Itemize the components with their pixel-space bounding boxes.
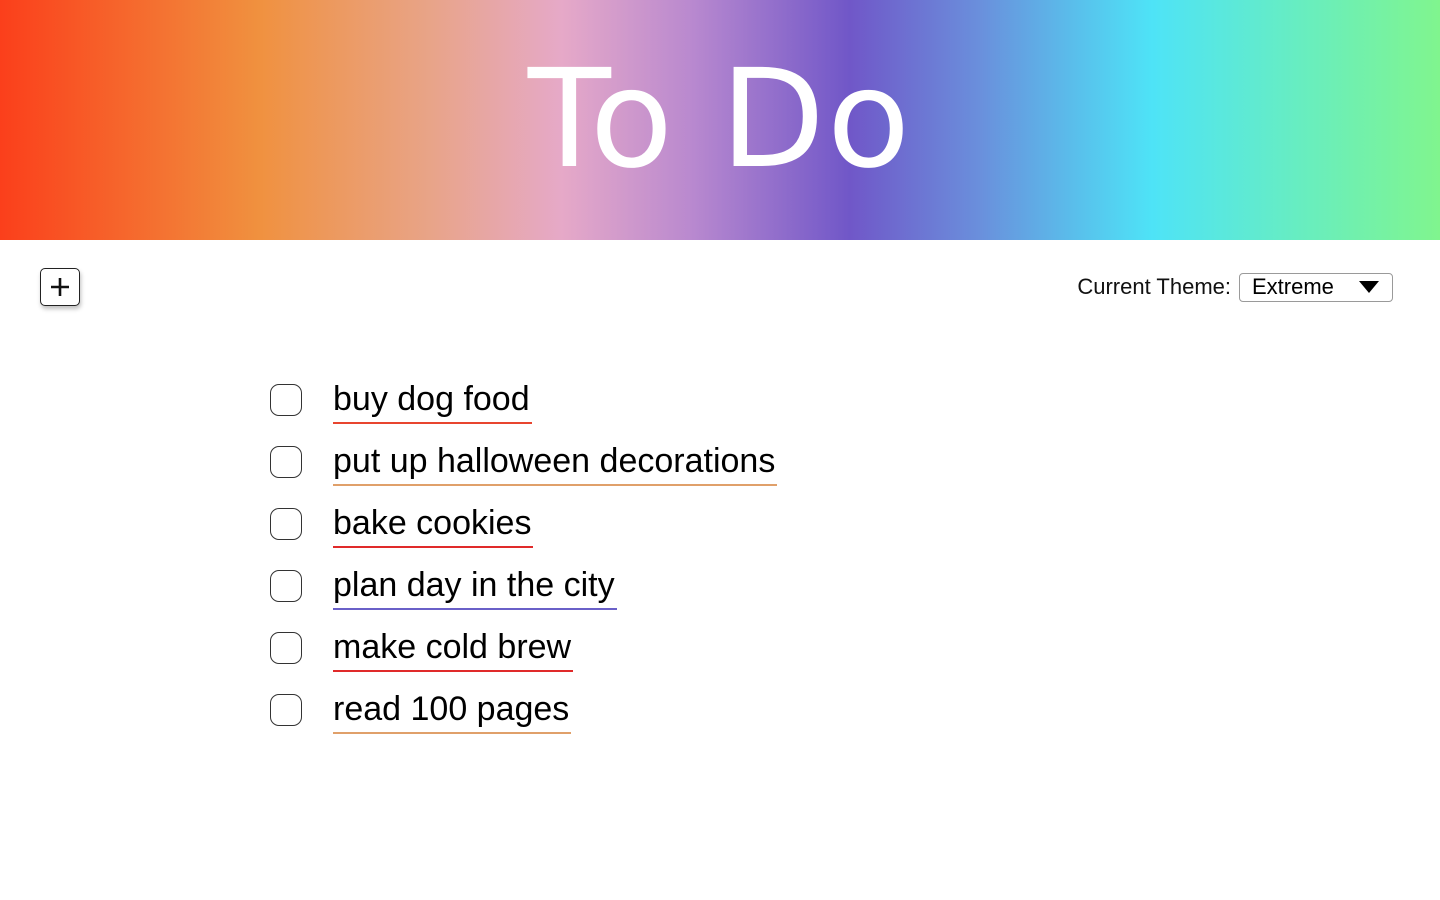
plus-icon: [51, 278, 69, 296]
todo-text[interactable]: make cold brew: [333, 620, 574, 672]
todo-item: make cold brew: [270, 620, 777, 682]
todo-list: buy dog food put up halloween decoration…: [270, 372, 778, 744]
theme-control: Current Theme: Extreme: [1077, 272, 1393, 302]
todo-text[interactable]: bake cookies: [333, 496, 534, 548]
header-banner: To Do: [0, 0, 1440, 240]
todo-item: buy dog food: [270, 372, 777, 434]
todo-checkbox[interactable]: [270, 446, 302, 478]
todo-text[interactable]: buy dog food: [333, 372, 532, 424]
todo-checkbox[interactable]: [270, 694, 302, 726]
todo-text[interactable]: put up halloween decorations: [333, 434, 778, 486]
page-title: To Do: [527, 41, 913, 199]
todo-checkbox[interactable]: [270, 384, 302, 416]
theme-label: Current Theme:: [1077, 274, 1231, 299]
todo-text[interactable]: read 100 pages: [333, 682, 572, 734]
todo-checkbox[interactable]: [270, 508, 302, 540]
theme-select-value: Extreme: [1252, 274, 1334, 299]
todo-text[interactable]: plan day in the city: [333, 558, 617, 610]
add-todo-button[interactable]: [40, 268, 80, 306]
todo-checkbox[interactable]: [270, 632, 302, 664]
todo-checkbox[interactable]: [270, 570, 302, 602]
theme-select[interactable]: Extreme: [1239, 272, 1393, 302]
caret-down-icon: [1359, 281, 1379, 293]
todo-item: plan day in the city: [270, 558, 777, 620]
todo-item: read 100 pages: [270, 682, 777, 744]
todo-item: bake cookies: [270, 496, 777, 558]
todo-item: put up halloween decorations: [270, 434, 778, 496]
